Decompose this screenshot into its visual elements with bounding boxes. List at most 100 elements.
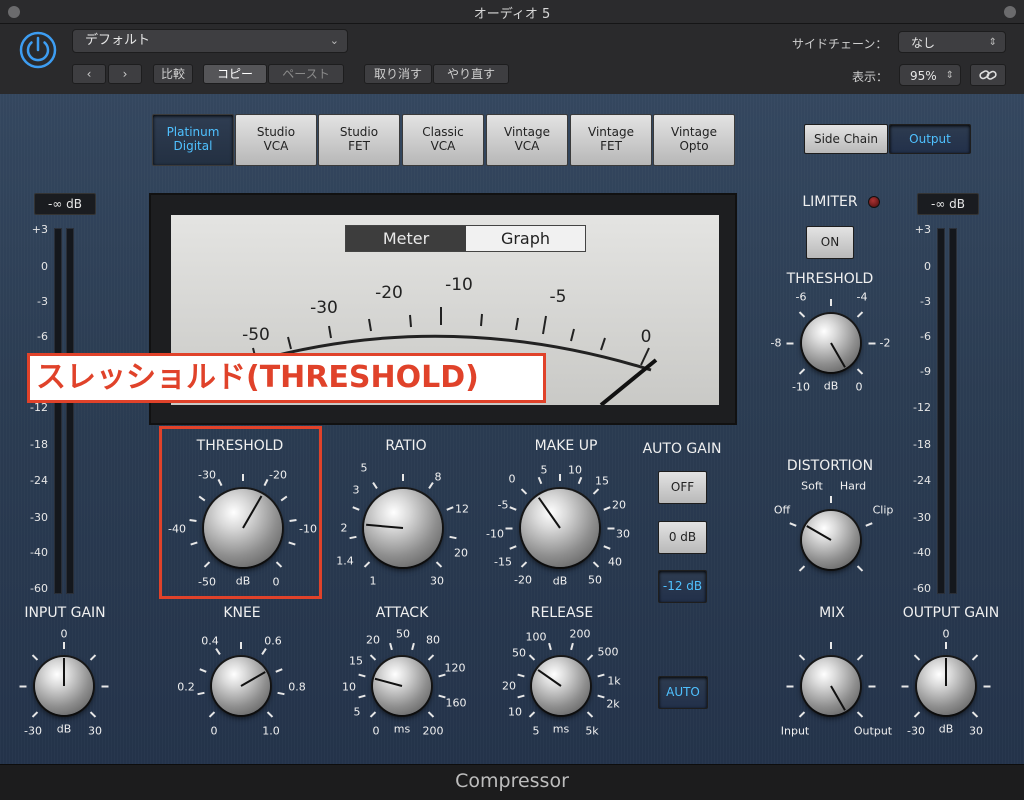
input-meter-bar-left [54,228,62,594]
ratio-knob[interactable] [364,489,442,567]
ratio-label: RATIO [385,438,427,454]
updown-icon: ⇕ [988,37,997,48]
knee-knob[interactable] [212,657,270,715]
next-preset-button[interactable]: › [108,64,142,84]
auto-gain-0db-button[interactable]: 0 dB [658,521,707,554]
meter-scale-label: -60 [913,582,931,595]
paste-button[interactable]: ペースト [268,64,344,84]
power-icon[interactable] [18,30,58,70]
view-zoom-select[interactable]: 95% ⇕ [899,64,961,86]
knob-tick-label: 0 [855,380,863,394]
output-gain-knob[interactable] [917,657,975,715]
knob-tick-label: 5 [532,724,540,738]
knob-scale-mark [830,298,832,306]
model-button[interactable]: Vintage Opto [653,114,735,166]
knob-tick-label: 50 [588,573,602,587]
output-level-readout: -∞ dB [917,193,979,215]
link-button[interactable] [970,64,1006,86]
meter-scale-label: +3 [914,223,931,236]
makeup-knob[interactable] [521,489,599,567]
meter-scale-label: -40 [30,546,48,559]
knob-tick-label: 10 [342,680,356,694]
knob-tick-label: 100 [525,630,547,644]
knob-tick-label: -30 [907,724,925,738]
model-button[interactable]: Studio FET [318,114,400,166]
distortion-knob[interactable] [802,511,860,569]
knob-scale-mark [868,342,876,344]
model-button[interactable]: Vintage FET [570,114,652,166]
knob-tick-label: 15 [349,654,363,668]
knob-tick-label: 20 [454,546,468,560]
copy-button[interactable]: コピー [203,64,267,84]
knob-scale-mark [402,473,404,481]
auto-gain-minus12-button[interactable]: -12 dB [658,570,707,603]
model-button[interactable]: Vintage VCA [486,114,568,166]
sidechain-label: サイドチェーン： [792,37,888,51]
release-auto-button[interactable]: AUTO [658,676,708,709]
meter-scale-label: -24 [913,474,931,487]
view-label: 表示： [852,70,889,84]
knob-tick-label: 0.6 [264,634,282,648]
knob-scale-mark [786,685,794,687]
knob-tick-label: -20 [514,573,532,587]
knob-scale-mark [505,527,513,529]
knob-tick-label: 30 [616,527,630,541]
undo-button[interactable]: 取り消す [364,64,432,84]
meter-scale-label: -60 [30,582,48,595]
sidechain-select[interactable]: なし ⇕ [898,31,1006,53]
input-gain-knob[interactable] [35,657,93,715]
knob-tick-label: 200 [422,724,444,738]
compare-button[interactable]: 比較 [153,64,193,84]
release-knob[interactable] [532,657,590,715]
knob-scale-mark [19,685,27,687]
knob-scale-mark [559,473,561,481]
knob-tick-label: 20 [366,633,380,647]
previous-preset-button[interactable]: ‹ [72,64,106,84]
limiter-threshold-knob[interactable] [802,314,860,372]
knob-scale-mark [607,527,615,529]
knob-unit-label: dB [823,379,839,393]
side-chain-button[interactable]: Side Chain [804,124,888,154]
knob-tick-label: 200 [569,627,591,641]
output-button[interactable]: Output [889,124,971,154]
knob-unit-label: dB [56,722,72,736]
chevron-down-icon: ⌄ [329,34,339,47]
knob-tick-label: -15 [494,555,512,569]
model-button[interactable]: Classic VCA [402,114,484,166]
knob-tick-label: 500 [597,645,619,659]
window-title: オーディオ 5 [473,7,551,22]
redo-button[interactable]: やり直す [433,64,509,84]
knob-scale-mark [240,641,242,649]
knob-tick-label: 5k [585,724,599,738]
knob-tick-label: 10 [508,705,522,719]
mix-knob[interactable] [802,657,860,715]
knob-tick-label: 0 [60,627,68,641]
limiter-on-button[interactable]: ON [806,226,854,259]
knob-tick-label: 0.8 [288,680,306,694]
link-icon [979,70,997,80]
output-gain-label: OUTPUT GAIN [902,605,1000,621]
model-button[interactable]: Studio VCA [235,114,317,166]
meter-scale-label: -3 [37,295,48,308]
preset-select[interactable]: デフォルト ⌄ [72,29,348,53]
auto-gain-off-button[interactable]: OFF [658,471,707,504]
knob-tick-label: 1k [607,674,621,688]
meter-scale-label: -30 [913,511,931,524]
updown-icon: ⇕ [945,70,954,81]
threshold-highlight [159,426,322,599]
knob-pointer [240,671,266,687]
knob-tick-label: Output [853,724,893,738]
knee-label: KNEE [223,605,261,621]
meter-scale-label: -20 [375,283,403,303]
knob-tick-label: Soft [801,479,823,493]
knob-tick-label: 0 [372,724,380,738]
attack-knob[interactable] [373,657,431,715]
knob-scale-mark [983,685,991,687]
threshold-callout: スレッショルド(THRESHOLD) [27,353,546,403]
knob-tick-label: 0.4 [201,634,219,648]
knob-tick-label: 3 [352,483,360,497]
plugin-name: Compressor [455,770,569,792]
knob-scale-mark [868,685,876,687]
knob-unit-label: dB [552,574,568,588]
model-button[interactable]: Platinum Digital [152,114,234,166]
